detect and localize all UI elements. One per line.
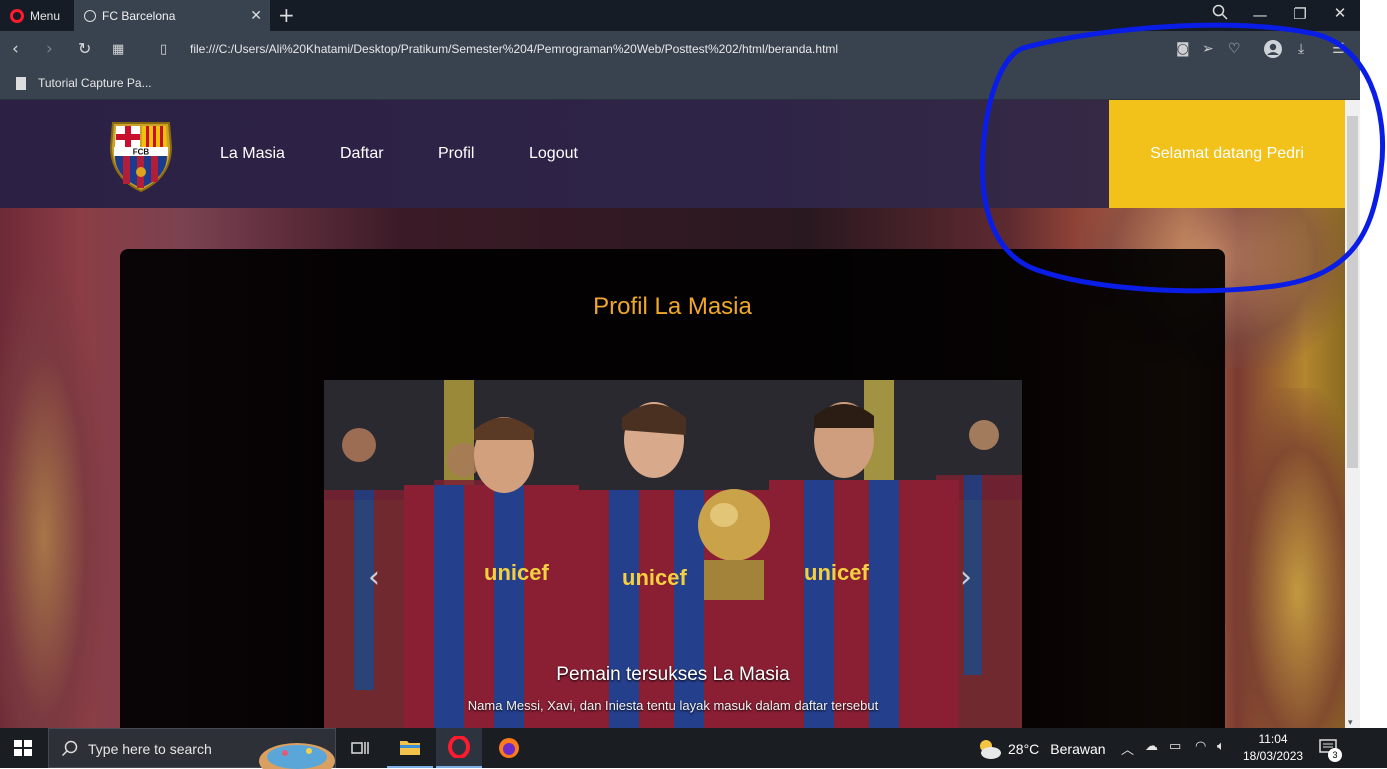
file-page-icon: ▯ [160,42,168,57]
site-header: FCB La Masia Daftar Profil Logout Selama… [0,100,1345,208]
carousel-next-icon[interactable]: › [960,560,972,595]
search-placeholder: Type here to search [88,741,212,757]
speed-dial-icon[interactable]: ▦ [112,42,124,57]
tray-chevron-icon[interactable]: ︿ [1121,739,1134,758]
task-view-icon[interactable] [337,728,383,768]
opera-logo-icon [10,8,24,23]
weather-widget[interactable]: 28°C Berawan [976,738,1106,760]
nav-daftar[interactable]: Daftar [340,145,384,163]
forward-icon[interactable]: › [46,39,53,59]
windows-start-icon[interactable] [14,740,32,756]
bookmark-item[interactable]: Tutorial Capture Pa... [16,76,152,90]
browser-tab[interactable]: FC Barcelona ✕ [74,0,270,31]
nav-la-masia[interactable]: La Masia [220,145,285,163]
tab-close-icon[interactable]: ✕ [250,7,262,24]
volume-icon[interactable]: 🔈︎ [1217,739,1225,754]
clock-date: 18/03/2023 [1243,749,1304,763]
file-explorer-icon[interactable] [387,728,433,768]
url-field[interactable]: file:///C:/Users/Ali%20Khatami/Desktop/P… [190,42,838,56]
scrollbar-thumb[interactable] [1347,116,1358,468]
logo-text: FCB [133,148,150,157]
minimize-icon[interactable]: — [1245,6,1275,24]
clock-time: 11:04 [1258,732,1288,746]
search-highlight-doodle-icon [259,743,335,769]
snapshot-icon[interactable]: ◙ [1176,41,1190,57]
card-title: Profil La Masia [593,293,752,320]
page-scrollbar[interactable]: ▾ [1345,100,1360,728]
opera-menu-button[interactable]: Menu [0,0,74,31]
notification-center-icon[interactable]: 3 [1319,739,1342,762]
windows-taskbar: Type here to search 28°C Berawan ︿ ☁ ▭ ◠… [0,728,1387,769]
onedrive-cloud-icon[interactable]: ☁ [1145,739,1158,754]
carousel-prev-icon[interactable]: ‹ [368,560,380,595]
close-window-icon[interactable]: ✕ [1325,4,1355,22]
taskbar-search-box[interactable]: Type here to search [48,728,336,769]
bookmark-label: Tutorial Capture Pa... [38,76,152,90]
heart-icon[interactable]: ♡ [1228,41,1241,57]
nav-logout[interactable]: Logout [529,145,578,163]
sponsor-text-left: unicef [484,560,549,585]
welcome-banner: Selamat datang Pedri [1109,100,1345,208]
scroll-down-icon[interactable]: ▾ [1348,718,1353,728]
sponsor-text-center: unicef [622,565,687,590]
tab-title: FC Barcelona [102,8,176,23]
profile-card: Profil La Masia unicef unicef unicef ‹ ›… [120,249,1225,728]
notification-count-badge: 3 [1328,748,1342,762]
menu-label: Menu [30,8,61,23]
bookmarks-bar: Tutorial Capture Pa... [0,69,1387,100]
back-icon[interactable]: ‹ [12,39,19,59]
page-viewport: FCB La Masia Daftar Profil Logout Selama… [0,100,1345,728]
new-tab-button[interactable]: + [278,3,295,27]
image-carousel[interactable]: unicef unicef unicef ‹ › Pemain tersukse… [324,380,1022,728]
battery-icon[interactable]: ▭ [1169,739,1181,754]
system-clock[interactable]: 11:04 18/03/2023 [1243,731,1303,765]
nav-profil[interactable]: Profil [438,145,474,163]
browser-search-icon[interactable] [1205,4,1235,24]
firefox-icon[interactable] [486,728,532,768]
browser-tab-bar: Menu FC Barcelona ✕ + — ❐ ✕ [0,0,1387,31]
wifi-icon[interactable]: ◠ [1195,739,1206,754]
profile-avatar-icon[interactable] [1264,40,1282,62]
globe-icon [84,9,96,22]
search-icon [61,740,78,757]
opera-taskbar-icon[interactable] [436,728,482,768]
restore-icon[interactable]: ❐ [1285,5,1315,23]
sponsor-text-right: unicef [804,560,869,585]
weather-condition: Berawan [1050,741,1106,757]
window-edge [1360,0,1387,728]
send-icon[interactable]: ➢ [1202,41,1214,57]
reload-icon[interactable]: ↻ [78,39,91,58]
document-icon [16,76,26,90]
download-icon[interactable]: ⤓ [1298,41,1304,57]
carousel-caption-text: Nama Messi, Xavi, dan Iniesta tentu laya… [467,698,879,713]
partly-cloudy-icon [980,740,1001,759]
fcb-crest-logo[interactable]: FCB [105,117,177,193]
carousel-caption-title: Pemain tersukses La Masia [556,664,790,685]
temperature: 28°C [1008,741,1040,757]
easy-setup-icon[interactable]: ☰ [1332,41,1345,57]
